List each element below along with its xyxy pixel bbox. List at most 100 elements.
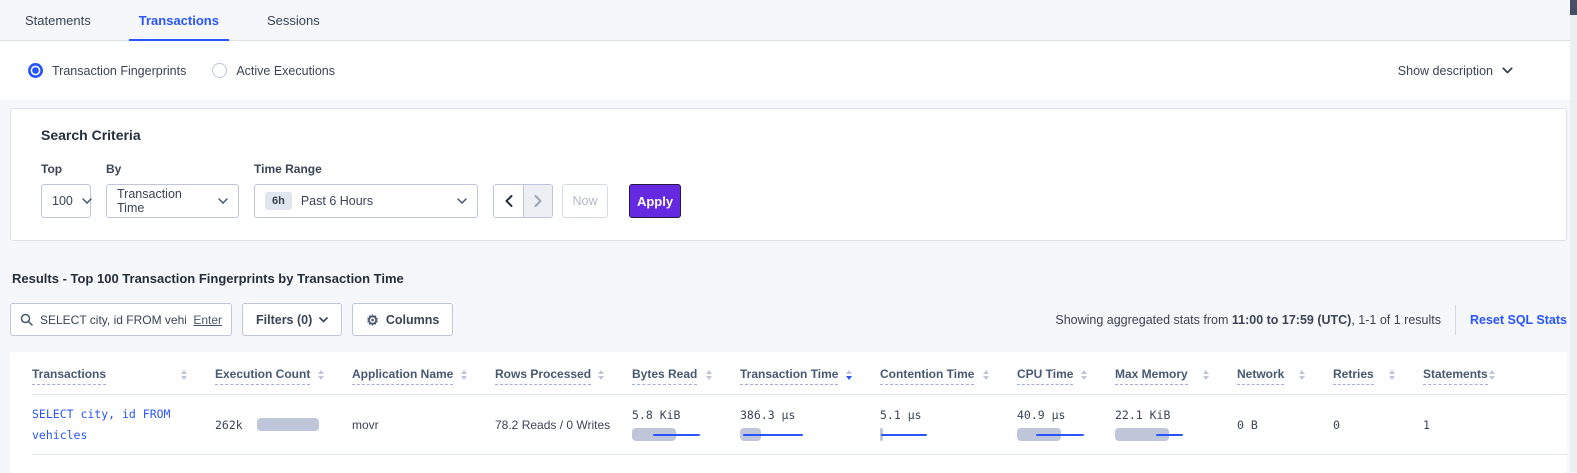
column-header-label[interactable]: Execution Count	[215, 367, 310, 385]
show-description-label: Show description	[1398, 64, 1493, 78]
time-range-label: Time Range	[254, 162, 478, 176]
transactions-table: Transactions Execution Count Application…	[10, 352, 1567, 473]
cpu-time-cell: 40.9 µs	[1017, 408, 1095, 441]
table-row: SELECT city, id FROM vehicles 262k movr …	[32, 395, 1567, 455]
search-icon	[20, 313, 33, 326]
sort-icon[interactable]	[983, 367, 989, 380]
view-mode-radios: Transaction Fingerprints Active Executio…	[28, 63, 335, 78]
contention-time-bar	[880, 428, 975, 441]
column-header-label[interactable]: Max Memory	[1115, 367, 1188, 385]
tab-bar: Statements Transactions Sessions	[0, 0, 1577, 41]
column-header-label[interactable]: Network	[1237, 367, 1284, 385]
sort-icon[interactable]	[1299, 367, 1305, 380]
column-header-label[interactable]: Contention Time	[880, 367, 974, 385]
by-select[interactable]: Transaction Time	[106, 184, 239, 218]
radio-transaction-fingerprints[interactable]: Transaction Fingerprints	[28, 63, 186, 78]
sort-icon[interactable]	[1203, 367, 1209, 380]
column-header-max-memory: Max Memory	[1115, 367, 1237, 385]
sort-icon[interactable]	[706, 367, 712, 380]
chevron-down-icon	[218, 198, 228, 204]
column-header-contention-time: Contention Time	[880, 367, 1017, 385]
search-input[interactable]	[40, 313, 186, 327]
aggregated-stats-text: Showing aggregated stats from 11:00 to 1…	[1055, 313, 1441, 327]
vertical-divider	[1455, 305, 1456, 335]
table-header-row: Transactions Execution Count Application…	[32, 352, 1567, 395]
columns-button-label: Columns	[386, 313, 439, 327]
time-range-select[interactable]: 6h Past 6 Hours	[254, 184, 478, 218]
cpu-time-bar	[1017, 428, 1112, 441]
sort-icon[interactable]	[1389, 367, 1395, 380]
execution-count-cell: 262k	[215, 418, 332, 432]
by-select-value: Transaction Time	[117, 187, 209, 215]
search-criteria-panel: Search Criteria Top 100 By Transaction T…	[10, 108, 1567, 241]
tab-statements[interactable]: Statements	[15, 13, 101, 40]
next-time-window-button[interactable]	[523, 185, 552, 217]
column-header-label[interactable]: Transaction Time	[740, 367, 838, 385]
sort-icon[interactable]	[181, 367, 187, 380]
chevron-down-icon	[82, 198, 92, 204]
column-header-label[interactable]: Rows Processed	[495, 367, 591, 385]
gear-icon: ⚙	[366, 313, 379, 327]
sort-icon[interactable]	[1489, 367, 1495, 380]
top-label: Top	[41, 162, 91, 176]
column-header-bytes-read: Bytes Read	[632, 367, 740, 385]
sort-icon[interactable]	[598, 367, 604, 380]
network-value: 0 B	[1237, 418, 1258, 432]
filters-button-label: Filters (0)	[256, 313, 312, 327]
max-memory-bar	[1115, 428, 1210, 441]
column-header-label[interactable]: Application Name	[352, 367, 453, 385]
chevron-right-icon	[534, 195, 542, 207]
column-header-retries: Retries	[1333, 367, 1423, 385]
stats-time-range: 11:00 to 17:59 (UTC)	[1232, 313, 1351, 327]
column-header-label[interactable]: CPU Time	[1017, 367, 1073, 385]
column-header-label[interactable]: Transactions	[32, 367, 106, 385]
filters-button[interactable]: Filters (0)	[242, 303, 342, 336]
chevron-left-icon	[505, 195, 513, 207]
previous-time-window-button[interactable]	[494, 185, 523, 217]
contention-time-cell: 5.1 µs	[880, 408, 997, 441]
radio-unselected-icon	[212, 63, 227, 78]
sort-icon[interactable]	[461, 367, 467, 380]
transaction-fingerprint-link[interactable]: SELECT city, id FROM vehicles	[32, 404, 197, 445]
column-header-statements: Statements	[1423, 367, 1523, 385]
application-name-value: movr	[352, 418, 379, 432]
statements-value: 1	[1423, 418, 1430, 432]
sort-icon[interactable]	[846, 367, 852, 380]
scrollbar-thumb[interactable]	[1570, 0, 1577, 15]
vertical-scrollbar[interactable]	[1570, 0, 1577, 472]
column-header-label[interactable]: Statements	[1423, 367, 1488, 385]
column-header-transactions: Transactions	[32, 367, 215, 385]
top-select[interactable]: 100	[41, 184, 91, 218]
execution-count-bar	[257, 418, 319, 431]
column-header-application-name: Application Name	[352, 367, 495, 385]
chevron-down-icon	[1502, 67, 1513, 74]
sort-icon[interactable]	[1081, 367, 1087, 380]
now-button[interactable]: Now	[562, 184, 608, 218]
time-range-value: Past 6 Hours	[301, 194, 373, 208]
by-field: By Transaction Time	[106, 162, 239, 218]
time-range-badge: 6h	[265, 192, 292, 210]
show-description-toggle[interactable]: Show description	[1398, 64, 1513, 78]
radio-active-executions[interactable]: Active Executions	[212, 63, 335, 78]
sort-icon[interactable]	[318, 367, 324, 380]
chevron-down-icon	[319, 317, 328, 323]
tab-transactions[interactable]: Transactions	[129, 13, 229, 40]
transaction-time-cell: 386.3 µs	[740, 408, 860, 441]
columns-button[interactable]: ⚙ Columns	[352, 303, 453, 336]
column-header-rows-processed: Rows Processed	[495, 367, 632, 385]
column-header-execution-count: Execution Count	[215, 367, 352, 385]
column-header-network: Network	[1237, 367, 1333, 385]
chevron-down-icon	[457, 198, 467, 204]
column-header-label[interactable]: Bytes Read	[632, 367, 697, 385]
radio-selected-icon	[28, 63, 43, 78]
column-header-label[interactable]: Retries	[1333, 367, 1374, 385]
bytes-read-bar	[632, 428, 727, 441]
results-controls-row: Enter Filters (0) ⚙ Columns Showing aggr…	[10, 303, 1567, 336]
search-criteria-title: Search Criteria	[41, 127, 1536, 143]
retries-value: 0	[1333, 418, 1340, 432]
transaction-time-bar	[740, 428, 835, 441]
reset-sql-stats-link[interactable]: Reset SQL Stats	[1470, 313, 1567, 327]
bytes-read-cell: 5.8 KiB	[632, 408, 720, 441]
tab-sessions[interactable]: Sessions	[257, 13, 330, 40]
apply-button[interactable]: Apply	[629, 184, 681, 218]
